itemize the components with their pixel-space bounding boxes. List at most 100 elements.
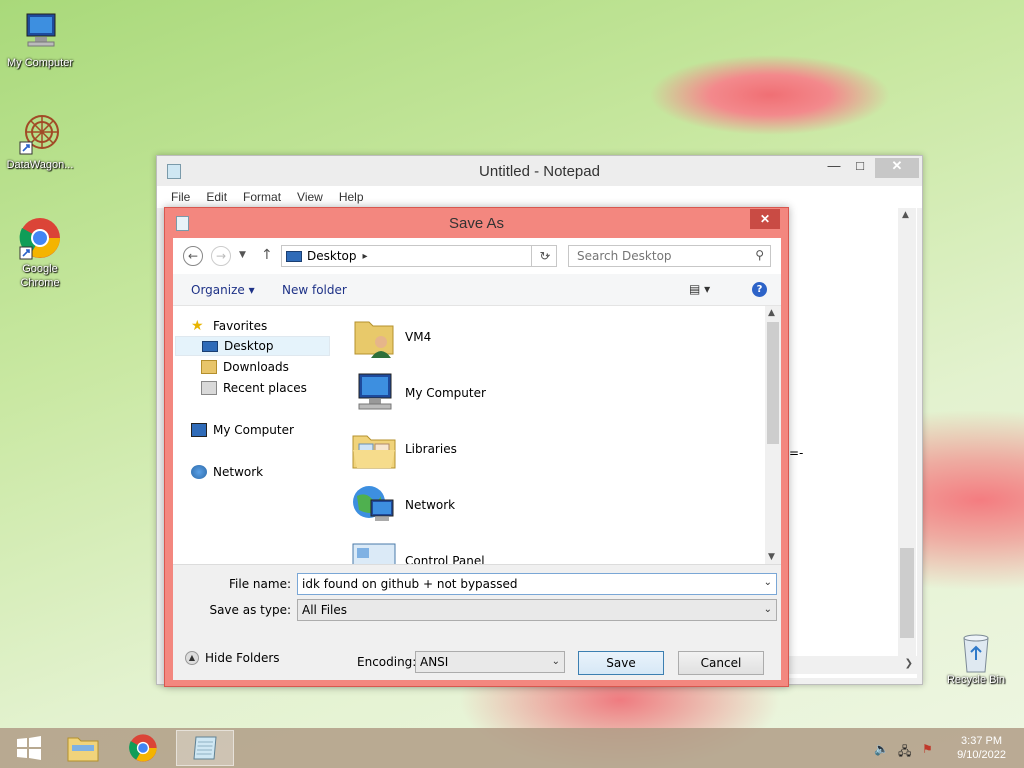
nav-label: My Computer	[213, 423, 294, 437]
file-list-scrollbar[interactable]: ▲ ▼	[765, 306, 781, 564]
search-input[interactable]	[569, 246, 739, 266]
nav-desktop[interactable]: Desktop	[175, 336, 330, 356]
start-button[interactable]	[0, 730, 58, 766]
desktop-icon	[286, 250, 302, 262]
hide-folders-button[interactable]: ▲ Hide Folders	[185, 651, 280, 665]
chevron-up-icon: ▲	[185, 651, 199, 665]
scroll-up-icon[interactable]: ▲	[768, 308, 775, 318]
file-label: Libraries	[405, 442, 457, 456]
file-label: Network	[405, 498, 456, 512]
action-center-icon[interactable]: ⚑	[922, 742, 933, 756]
scrollbar-thumb[interactable]	[767, 322, 779, 444]
close-button[interactable]: ✕	[875, 158, 919, 178]
file-item-libraries[interactable]: Libraries	[351, 424, 751, 474]
nav-recent-places[interactable]: Recent places	[201, 378, 307, 398]
libraries-folder-icon	[351, 426, 397, 472]
notepad-text-fragment: =-	[789, 446, 804, 460]
chevron-down-icon[interactable]: ⌄	[552, 652, 560, 672]
notepad-titlebar[interactable]: Untitled - Notepad — □ ✕	[157, 156, 922, 186]
taskbar-chrome[interactable]	[114, 730, 172, 766]
notepad-icon	[193, 736, 217, 760]
scroll-down-icon[interactable]: ▼	[768, 552, 775, 562]
file-item-my-computer[interactable]: My Computer	[351, 368, 751, 418]
address-bar[interactable]: Desktop ▸ ⌄	[281, 245, 557, 267]
scrollbar-thumb[interactable]	[900, 548, 914, 638]
menu-view[interactable]: View	[289, 190, 331, 204]
file-item-control-panel[interactable]: Control Panel	[351, 536, 751, 564]
encoding-select[interactable]: ANSI ⌄	[415, 651, 565, 673]
save-type-select[interactable]: All Files ⌄	[297, 599, 777, 621]
user-folder-icon	[351, 314, 397, 360]
save-type-value: All Files	[302, 603, 348, 617]
nav-label: Downloads	[223, 360, 289, 374]
desktop-icon-recycle-bin[interactable]: Recycle Bin	[941, 630, 1011, 686]
recent-locations-chevron-down-icon[interactable]: ▼	[239, 250, 246, 260]
file-label: VM4	[405, 330, 432, 344]
dialog-title: Save As	[448, 215, 505, 232]
network-status-icon[interactable]: 🖧	[898, 742, 911, 763]
search-box[interactable]: ⚲	[568, 245, 771, 267]
search-icon[interactable]: ⚲	[755, 248, 764, 262]
file-item-network[interactable]: Network	[351, 480, 751, 530]
notepad-menubar: File Edit Format View Help	[157, 186, 922, 208]
computer-icon	[18, 10, 62, 54]
scroll-right-icon[interactable]: ❯	[905, 658, 913, 669]
downloads-folder-icon	[201, 360, 217, 374]
scroll-up-icon[interactable]: ▲	[902, 210, 909, 220]
taskbar-notepad[interactable]	[176, 730, 234, 766]
nav-label: Favorites	[213, 319, 268, 333]
navigation-pane: ★ Favorites Desktop Downloads Recent pla…	[173, 306, 345, 564]
taskbar: 🔈 🖧 ⚑ 3:37 PM 9/10/2022	[0, 728, 1024, 768]
taskbar-file-explorer[interactable]	[54, 730, 112, 766]
nav-my-computer[interactable]: My Computer	[191, 420, 294, 440]
maximize-button[interactable]: □	[845, 158, 875, 178]
new-folder-button[interactable]: New folder	[282, 283, 347, 297]
file-label: My Computer	[405, 386, 486, 400]
clock-date: 9/10/2022	[957, 749, 1006, 761]
dialog-body: ← → ▼ ↑ Desktop ▸ ⌄ ↻ ⚲ Organize ▾ New f…	[173, 238, 781, 680]
desktop-icon	[202, 340, 218, 352]
change-view-button[interactable]: ▤ ▾	[689, 282, 723, 298]
dialog-titlebar[interactable]: Save As ✕	[165, 208, 788, 238]
desktop-icon-my-computer[interactable]: My Computer	[0, 10, 80, 70]
desktop-icon-datawagon[interactable]: DataWagon...	[0, 112, 80, 172]
help-icon[interactable]: ?	[752, 282, 767, 297]
chrome-icon	[129, 734, 157, 762]
notepad-vertical-scrollbar[interactable]: ▲	[898, 208, 916, 656]
file-item-vm4[interactable]: VM4	[351, 312, 751, 362]
volume-muted-icon[interactable]: 🔈	[874, 742, 889, 756]
file-label: Control Panel	[405, 554, 485, 564]
encoding-label: Encoding:	[357, 655, 417, 669]
nav-network[interactable]: Network	[191, 462, 263, 482]
file-name-label: File name:	[229, 577, 291, 591]
refresh-button[interactable]: ↻	[531, 245, 557, 267]
cancel-button[interactable]: Cancel	[678, 651, 764, 675]
chevron-down-icon[interactable]: ⌄	[764, 600, 772, 620]
windows-logo-icon	[17, 736, 41, 760]
save-as-dialog: Save As ✕ ← → ▼ ↑ Desktop ▸ ⌄ ↻ ⚲ Organi…	[164, 207, 789, 687]
notepad-horizontal-scrollbar[interactable]: ❯	[789, 656, 917, 674]
file-name-field[interactable]: ⌄	[297, 573, 777, 595]
computer-icon	[191, 423, 207, 437]
dialog-close-button[interactable]: ✕	[750, 209, 780, 229]
menu-edit[interactable]: Edit	[198, 190, 235, 204]
nav-downloads[interactable]: Downloads	[201, 357, 289, 377]
back-button[interactable]: ←	[183, 246, 203, 266]
file-name-input[interactable]	[298, 574, 738, 594]
clock[interactable]: 3:37 PM 9/10/2022	[957, 734, 1006, 762]
organize-button[interactable]: Organize ▾	[191, 283, 255, 297]
menu-file[interactable]: File	[163, 190, 198, 204]
desktop-icon-label: Recycle Bin	[946, 674, 1006, 686]
menu-format[interactable]: Format	[235, 190, 289, 204]
breadcrumb-arrow-icon[interactable]: ▸	[363, 251, 368, 262]
desktop-icon-label: Google Chrome	[20, 263, 60, 289]
nav-favorites[interactable]: ★ Favorites	[191, 316, 267, 336]
up-arrow-icon[interactable]: ↑	[261, 247, 273, 263]
file-list: VM4 My Computer Libraries Network Contro…	[345, 306, 765, 564]
desktop-icon-google-chrome[interactable]: Google Chrome	[0, 216, 80, 290]
forward-button[interactable]: →	[211, 246, 231, 266]
file-name-dropdown-icon[interactable]: ⌄	[764, 577, 772, 588]
menu-help[interactable]: Help	[331, 190, 372, 204]
save-button[interactable]: Save	[578, 651, 664, 675]
desktop-icon-label: DataWagon...	[6, 159, 74, 171]
